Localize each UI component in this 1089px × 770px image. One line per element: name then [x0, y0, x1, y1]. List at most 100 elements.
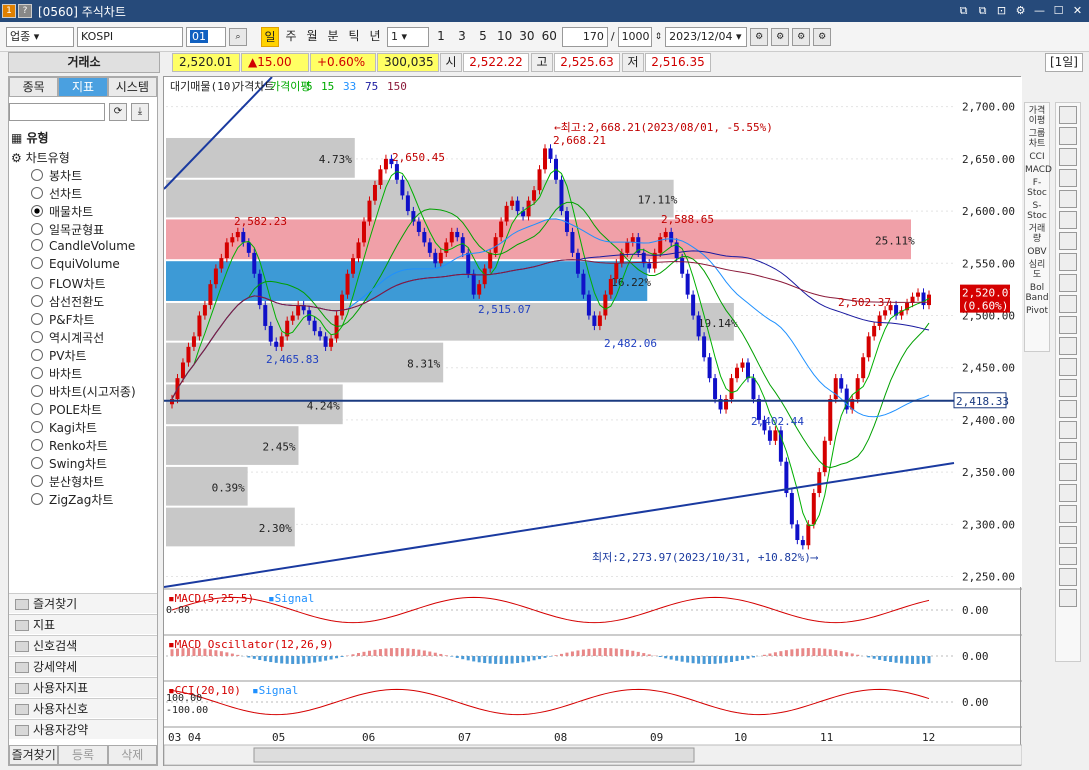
register-button[interactable]: 등록: [58, 745, 107, 765]
tab-stock[interactable]: 종목: [9, 77, 58, 97]
indicator-shortcut[interactable]: Pivot: [1025, 306, 1049, 316]
interval-1-button[interactable]: 1: [432, 27, 450, 47]
indicator-shortcut[interactable]: S-Stoc: [1025, 201, 1049, 221]
chart-type-option[interactable]: PV차트: [31, 347, 87, 364]
drawing-tool-icon[interactable]: [1059, 211, 1077, 229]
total-input[interactable]: 1000: [618, 27, 652, 47]
indicator-shortcut[interactable]: Bol Band: [1025, 283, 1049, 303]
indicator-search-input[interactable]: [9, 103, 105, 121]
folder-item[interactable]: 지표: [9, 614, 157, 634]
delete-button[interactable]: 삭제: [108, 745, 157, 765]
period-day-button[interactable]: 일: [261, 27, 279, 47]
code-select[interactable]: KOSPI: [77, 27, 183, 47]
indicator-shortcut[interactable]: MACD: [1025, 165, 1049, 175]
drawing-tool-icon[interactable]: [1059, 148, 1077, 166]
chart-svg[interactable]: 2,250.002,300.002,350.002,400.002,450.00…: [164, 77, 1022, 767]
count-input[interactable]: 170: [562, 27, 608, 47]
chart-type-option[interactable]: 봉차트: [31, 167, 82, 184]
drawing-tool-icon[interactable]: [1059, 526, 1077, 544]
indicator-shortcut[interactable]: CCI: [1025, 152, 1049, 162]
chart-type-option[interactable]: Renko차트: [31, 437, 108, 454]
chart-type-option[interactable]: 분산형차트: [31, 473, 104, 490]
drawing-tool-icon[interactable]: [1059, 568, 1077, 586]
tools-icon[interactable]: ⚙: [813, 28, 831, 46]
chart-type-option[interactable]: FLOW차트: [31, 275, 106, 292]
interval-60-button[interactable]: 60: [540, 27, 559, 47]
color-code-field[interactable]: 01: [186, 27, 226, 47]
interval-5-button[interactable]: 5: [474, 27, 492, 47]
chart-type-option[interactable]: EquiVolume: [31, 257, 120, 271]
indicator-shortcut[interactable]: F-Stoc: [1025, 178, 1049, 198]
drawing-tool-icon[interactable]: [1059, 547, 1077, 565]
drawing-tool-icon[interactable]: [1059, 589, 1077, 607]
chart-type-option[interactable]: 역시계곡선: [31, 329, 104, 346]
period-month-button[interactable]: 월: [303, 27, 321, 47]
drawing-tool-icon[interactable]: [1059, 484, 1077, 502]
drawing-tool-icon[interactable]: [1059, 274, 1077, 292]
chart-settings-icon[interactable]: ⚙: [771, 28, 789, 46]
indicator-shortcut[interactable]: 가격이평: [1025, 106, 1049, 126]
drawing-tool-icon[interactable]: [1059, 316, 1077, 334]
chart-type-option[interactable]: CandleVolume: [31, 239, 135, 253]
interval-10-button[interactable]: 10: [495, 27, 514, 47]
chart-type-option[interactable]: 매물차트: [31, 203, 93, 220]
close-button[interactable]: ✕: [1070, 3, 1085, 18]
interval-30-button[interactable]: 30: [517, 27, 536, 47]
chart-area[interactable]: 2,250.002,300.002,350.002,400.002,450.00…: [163, 76, 1021, 766]
indicator-shortcut[interactable]: 거래량: [1025, 224, 1049, 244]
drawing-tool-icon[interactable]: [1059, 379, 1077, 397]
indicator-shortcut[interactable]: 그룹차트: [1025, 129, 1049, 149]
chart-type-option[interactable]: 선차트: [31, 185, 82, 202]
interval-3-button[interactable]: 3: [453, 27, 471, 47]
favorites-button[interactable]: 즐겨찾기: [9, 745, 58, 765]
drawing-tool-icon[interactable]: [1059, 442, 1077, 460]
period-week-button[interactable]: 주: [282, 27, 300, 47]
screenshot-icon[interactable]: ⊡: [994, 3, 1009, 18]
chart-layout-icon[interactable]: ⚙: [750, 28, 768, 46]
maximize-button[interactable]: ☐: [1051, 3, 1066, 18]
type-header[interactable]: ▦ 유형: [11, 129, 49, 146]
minute-select[interactable]: 1 ▾: [387, 27, 429, 47]
folder-item[interactable]: 사용자지표: [9, 677, 157, 697]
chart-type-option[interactable]: 삼선전환도: [31, 293, 104, 310]
copy-icon[interactable]: ⧉: [975, 3, 990, 18]
help-icon[interactable]: ?: [18, 4, 32, 18]
tab-system[interactable]: 시스템: [108, 77, 157, 97]
drawing-tool-icon[interactable]: [1059, 253, 1077, 271]
drawing-tool-icon[interactable]: [1059, 463, 1077, 481]
market-select[interactable]: 업종 ▾: [6, 27, 74, 47]
folder-item[interactable]: 사용자신호: [9, 698, 157, 718]
chart-type-option[interactable]: Swing차트: [31, 455, 107, 472]
folder-item[interactable]: 즐겨찾기: [9, 593, 157, 613]
drawing-tool-icon[interactable]: [1059, 400, 1077, 418]
chart-type-group[interactable]: ⚙ 차트유형: [11, 149, 70, 166]
drawing-tool-icon[interactable]: [1059, 421, 1077, 439]
date-select[interactable]: 2023/12/04 ▾: [665, 27, 747, 47]
download-icon[interactable]: ⤓: [131, 103, 149, 121]
indicator-shortcut[interactable]: OBV: [1025, 247, 1049, 257]
spin-icon[interactable]: ⇕: [655, 32, 663, 42]
chart-type-option[interactable]: 바차트: [31, 365, 82, 382]
indicator-shortcut[interactable]: 심리도: [1025, 260, 1049, 280]
period-year-button[interactable]: 년: [366, 27, 384, 47]
drawing-tool-icon[interactable]: [1059, 127, 1077, 145]
folder-item[interactable]: 강세약세: [9, 656, 157, 676]
drawing-tool-icon[interactable]: [1059, 505, 1077, 523]
chart-type-option[interactable]: ZigZag차트: [31, 491, 113, 508]
chart-type-option[interactable]: POLE차트: [31, 401, 102, 418]
drawing-tool-icon[interactable]: [1059, 337, 1077, 355]
period-minute-button[interactable]: 분: [324, 27, 342, 47]
refresh-icon[interactable]: ⟳: [109, 103, 127, 121]
chart-type-option[interactable]: 일목균형표: [31, 221, 104, 238]
drawing-tool-icon[interactable]: [1059, 232, 1077, 250]
folder-item[interactable]: 사용자강약: [9, 719, 157, 739]
drawing-tool-icon[interactable]: [1059, 169, 1077, 187]
search-icon[interactable]: ⌕: [229, 28, 247, 46]
tab-indicator[interactable]: 지표: [58, 77, 107, 97]
chart-type-option[interactable]: 바차트(시고저종): [31, 383, 136, 400]
drawing-tool-icon[interactable]: [1059, 106, 1077, 124]
chart-type-option[interactable]: P&F차트: [31, 311, 95, 328]
drawing-tool-icon[interactable]: [1059, 358, 1077, 376]
link-icon[interactable]: ⧉: [956, 3, 971, 18]
drawing-tool-icon[interactable]: [1059, 190, 1077, 208]
